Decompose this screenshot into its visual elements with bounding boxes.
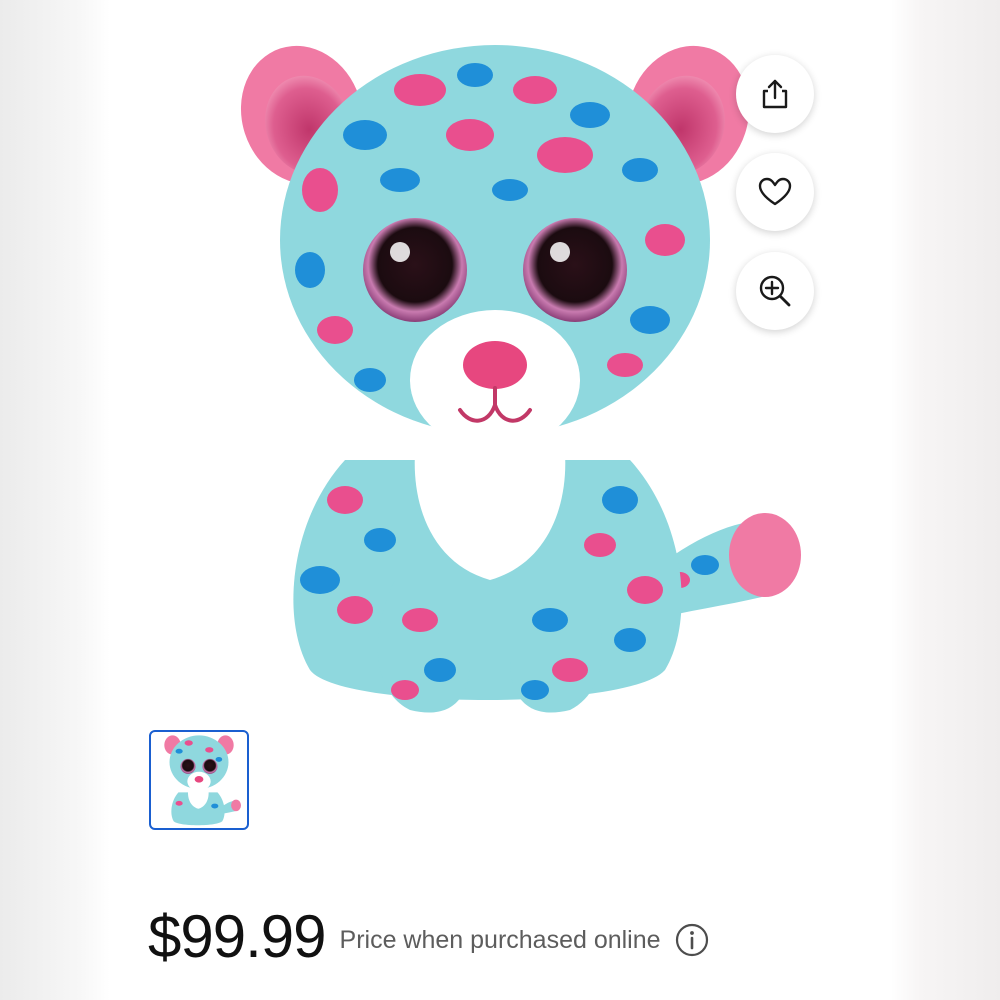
product-price: $99.99 (148, 902, 327, 970)
info-icon[interactable] (675, 923, 709, 957)
thumbnail-plush-image (164, 735, 241, 826)
product-main-image[interactable] (170, 20, 820, 720)
favorite-button[interactable] (736, 153, 814, 231)
page-background: $99.99 Price when purchased online (0, 0, 1000, 1000)
info-circle-glyph (675, 923, 708, 957)
heart-icon (758, 177, 792, 206)
zoom-in-icon (759, 275, 791, 307)
gallery-thumbnail-selected[interactable] (149, 730, 249, 830)
price-row: $99.99 Price when purchased online (148, 896, 709, 976)
share-icon (762, 79, 788, 109)
zoom-button[interactable] (736, 252, 814, 330)
share-button[interactable] (736, 55, 814, 133)
price-note: Price when purchased online (339, 925, 661, 954)
plush-leopard-illustration (240, 45, 801, 713)
